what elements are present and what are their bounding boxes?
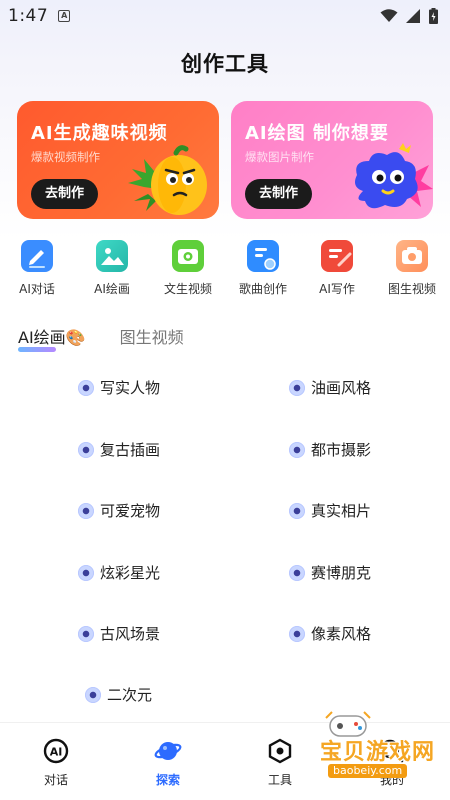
tools-row: AI对话 AI绘画 文生视频 歌曲创作 AI写作 图生视频 xyxy=(0,240,450,300)
music-doc-icon xyxy=(247,240,279,272)
card-subtitle: 爆款视频制作 xyxy=(31,150,100,164)
tool-ai-painting[interactable]: AI绘画 xyxy=(82,240,142,297)
tab-ai-painting[interactable]: AI绘画🎨 xyxy=(18,324,86,352)
style-option[interactable]: 写实人物 xyxy=(78,377,160,398)
style-label: 写实人物 xyxy=(100,379,161,397)
svg-text:AI: AI xyxy=(50,746,63,759)
tool-text-to-video[interactable]: 文生视频 xyxy=(158,240,218,297)
wifi-icon xyxy=(380,9,398,22)
style-option[interactable]: 可爱宠物 xyxy=(78,500,160,521)
pepper-mascot-icon xyxy=(128,145,207,215)
blue-cloud-mascot-icon xyxy=(355,143,433,209)
status-bar: 1:47 A xyxy=(0,0,450,32)
make-video-button[interactable]: 去制作 xyxy=(31,179,99,209)
pen-chat-icon xyxy=(21,240,53,272)
tool-ai-writing[interactable]: AI写作 xyxy=(307,240,367,297)
photo-camera-icon xyxy=(396,240,428,272)
style-option[interactable]: 油画风格 xyxy=(289,377,371,398)
hexagon-tool-icon xyxy=(266,737,294,765)
nav-explore[interactable]: 探索 xyxy=(133,737,203,788)
notification-a-icon: A xyxy=(58,10,71,22)
style-label: 像素风格 xyxy=(311,625,372,643)
style-label: 都市摄影 xyxy=(311,441,372,459)
style-label: 真实相片 xyxy=(311,502,372,520)
nav-label: 探索 xyxy=(155,773,180,787)
page-title: 创作工具 xyxy=(181,52,269,76)
style-radio-icon xyxy=(78,564,94,581)
tool-label: AI对话 xyxy=(19,282,55,296)
tab-label: 图生视频 xyxy=(119,328,184,347)
nav-chat[interactable]: AI 对话 xyxy=(21,737,91,788)
style-label: 赛博朋克 xyxy=(311,564,372,582)
style-label: 炫彩星光 xyxy=(100,564,161,582)
tool-label: 文生视频 xyxy=(163,282,212,296)
style-option[interactable]: 都市摄影 xyxy=(289,439,371,460)
status-time: 1:47 xyxy=(8,6,49,26)
site-watermark: 宝贝游戏网 baobeiy.com xyxy=(300,708,450,786)
ai-video-card[interactable]: AI生成趣味视频 爆款视频制作 去制作 xyxy=(17,101,219,219)
style-label: 复古插画 xyxy=(100,441,161,459)
tool-song-creation[interactable]: 歌曲创作 xyxy=(233,240,293,297)
style-option[interactable]: 复古插画 xyxy=(78,439,160,460)
nav-label: 对话 xyxy=(43,773,68,787)
battery-icon xyxy=(429,8,438,24)
tool-label: AI绘画 xyxy=(94,282,130,296)
tab-label: AI绘画🎨 xyxy=(18,328,86,347)
style-label: 古风场景 xyxy=(100,625,161,643)
planet-icon xyxy=(154,737,182,765)
style-option[interactable]: 像素风格 xyxy=(289,623,371,644)
tab-image-to-video[interactable]: 图生视频 xyxy=(120,324,184,348)
ai-drawing-card[interactable]: AI绘图 制你想要 爆款图片制作 去制作 xyxy=(231,101,433,219)
tool-label: 图生视频 xyxy=(387,282,436,296)
style-radio-icon xyxy=(78,502,94,519)
card-subtitle: 爆款图片制作 xyxy=(245,150,314,164)
style-radio-icon xyxy=(289,502,305,519)
style-radio-icon xyxy=(289,441,305,458)
make-image-button[interactable]: 去制作 xyxy=(245,179,313,209)
signal-icon xyxy=(406,9,420,23)
watermark-text: 宝贝游戏网 xyxy=(320,740,436,765)
style-radio-icon xyxy=(289,379,305,396)
ai-chat-icon: AI xyxy=(42,737,70,765)
style-radio-icon xyxy=(289,564,305,581)
tool-label: AI写作 xyxy=(319,282,355,296)
style-radio-icon xyxy=(78,379,94,396)
style-radio-icon xyxy=(78,441,94,458)
style-option[interactable]: 真实相片 xyxy=(289,500,371,521)
tool-ai-chat[interactable]: AI对话 xyxy=(7,240,67,297)
style-radio-icon xyxy=(85,686,101,703)
category-tabs: AI绘画🎨 图生视频 xyxy=(18,322,184,352)
style-option[interactable]: 二次元 xyxy=(85,684,152,705)
style-option[interactable]: 炫彩星光 xyxy=(78,562,160,583)
style-label: 二次元 xyxy=(107,686,153,704)
watermark-url: baobeiy.com xyxy=(328,764,408,778)
style-label: 可爱宠物 xyxy=(100,502,161,520)
active-tab-indicator xyxy=(18,347,56,352)
style-option[interactable]: 古风场景 xyxy=(78,623,160,644)
camera-icon xyxy=(172,240,204,272)
style-radio-icon xyxy=(78,625,94,642)
style-label: 油画风格 xyxy=(311,379,372,397)
style-option[interactable]: 赛博朋克 xyxy=(289,562,371,583)
status-indicators xyxy=(380,8,438,24)
style-radio-icon xyxy=(289,625,305,642)
picture-icon xyxy=(96,240,128,272)
tool-image-to-video[interactable]: 图生视频 xyxy=(382,240,442,297)
writing-icon xyxy=(321,240,353,272)
tool-label: 歌曲创作 xyxy=(238,282,287,296)
